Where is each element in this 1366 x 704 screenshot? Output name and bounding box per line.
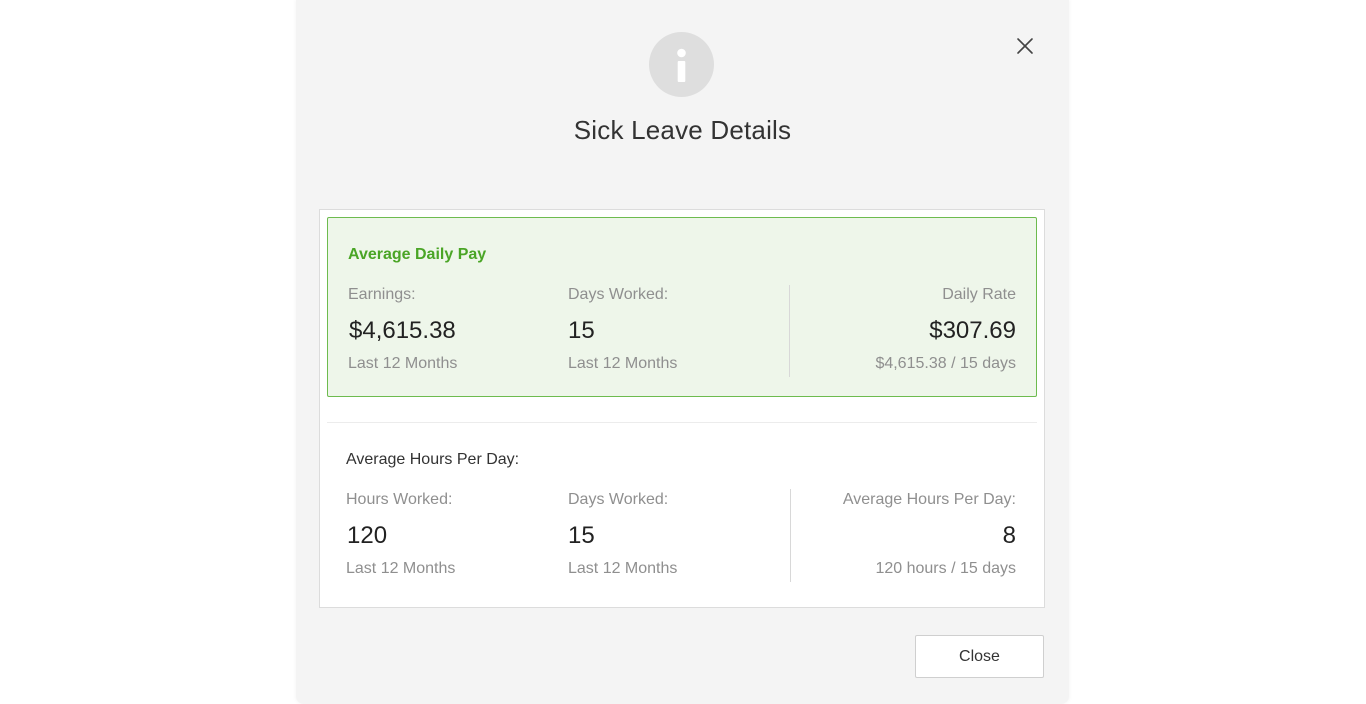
average-daily-pay-section: Average Daily Pay Earnings: $4,615.38 La… — [327, 217, 1037, 397]
average-hours-section: Average Hours Per Day: Hours Worked: 120… — [327, 423, 1037, 603]
close-button[interactable]: Close — [915, 635, 1044, 678]
earnings-label: Earnings: — [348, 286, 416, 303]
hours-worked-period: Last 12 Months — [346, 560, 456, 577]
hours-worked-value: 120 — [347, 522, 388, 549]
sick-leave-dialog: Sick Leave Details Average Daily Pay Ear… — [296, 0, 1069, 704]
earnings-value: $4,615.38 — [349, 317, 456, 344]
dialog-title: Sick Leave Details — [573, 115, 792, 145]
earnings-period: Last 12 Months — [348, 355, 458, 372]
hours-days-worked-value: 15 — [568, 522, 595, 549]
hours-days-worked-label: Days Worked: — [568, 491, 669, 508]
average-hours-heading: Average Hours Per Day: — [346, 451, 520, 468]
info-icon — [649, 32, 714, 97]
close-icon[interactable] — [1013, 34, 1037, 58]
avg-hours-label: Average Hours Per Day: — [842, 491, 1016, 508]
average-daily-pay-heading: Average Daily Pay — [348, 246, 487, 263]
avg-hours-value: 8 — [1002, 522, 1016, 549]
details-card: Average Daily Pay Earnings: $4,615.38 La… — [319, 209, 1045, 608]
hours-worked-label: Hours Worked: — [346, 491, 453, 508]
daily-rate-label: Daily Rate — [942, 286, 1016, 303]
hours-days-worked-period: Last 12 Months — [568, 560, 678, 577]
daily-rate-value: $307.69 — [929, 317, 1016, 344]
daily-rate-formula: $4,615.38 / 15 days — [875, 355, 1016, 372]
avg-hours-formula: 120 hours / 15 days — [875, 560, 1016, 577]
info-icon-glyph — [677, 48, 686, 82]
column-divider — [790, 489, 791, 582]
close-icon-glyph — [1017, 38, 1033, 54]
days-worked-label: Days Worked: — [568, 286, 669, 303]
days-worked-period: Last 12 Months — [568, 355, 678, 372]
column-divider — [789, 285, 790, 377]
days-worked-value: 15 — [568, 317, 595, 344]
